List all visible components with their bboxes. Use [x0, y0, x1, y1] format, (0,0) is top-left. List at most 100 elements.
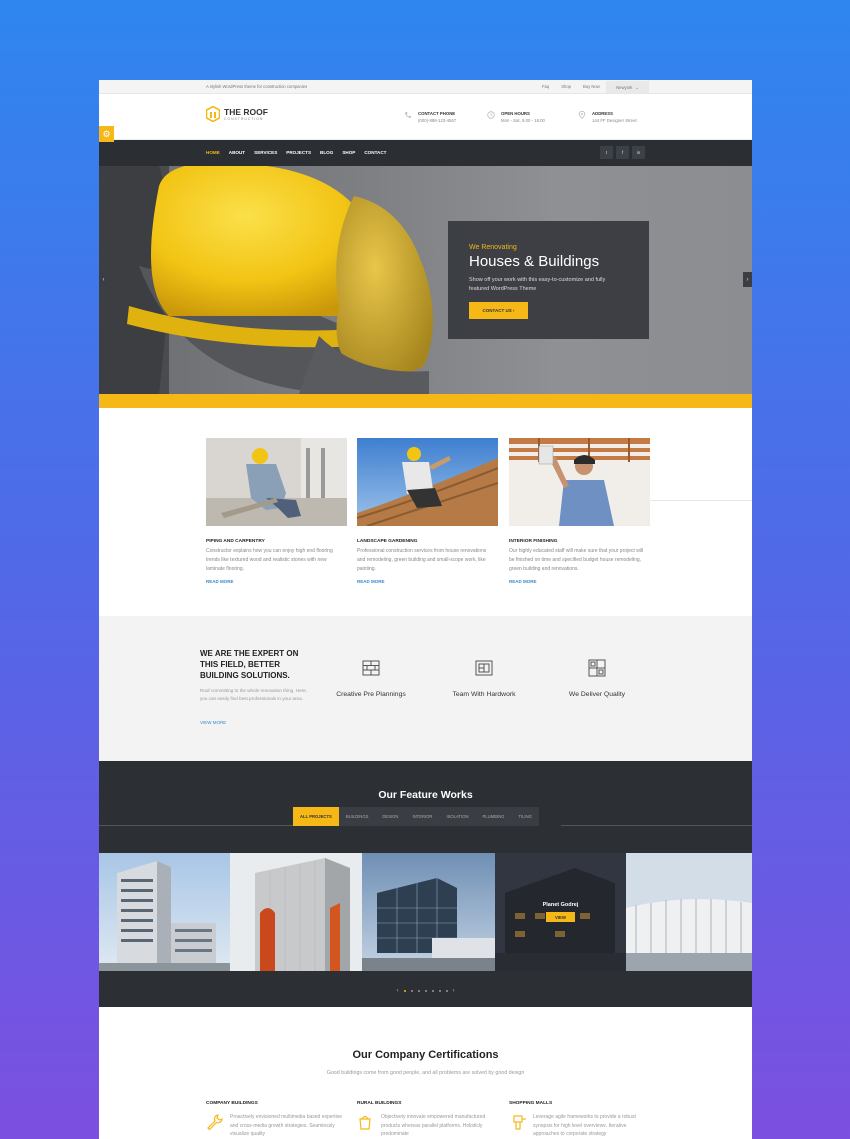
project-image[interactable] — [99, 853, 230, 971]
info-value: (000)-888-123-4567 — [418, 118, 457, 123]
read-more-link[interactable]: READ MORE — [206, 579, 347, 584]
view-more-link[interactable]: VIEW MORE — [200, 720, 226, 725]
service-text: Our highly educated staff will make sure… — [509, 548, 644, 572]
bricks-icon — [362, 660, 380, 676]
tab-all-projects[interactable]: ALL PROJECTS — [293, 807, 339, 826]
service-image[interactable] — [206, 438, 347, 526]
info-value: 144 FF Designer Street — [592, 118, 637, 123]
service-card: INTERIOR FINISHING Our highly educated s… — [509, 438, 650, 584]
tab-buildings[interactable]: BUILDINGS — [339, 807, 376, 826]
expert-heading: WE ARE THE EXPERT ON THIS FIELD, BETTER … — [200, 649, 299, 680]
project-name: Planet Godrej — [542, 902, 579, 908]
pagination-dot[interactable] — [431, 990, 434, 992]
clock-icon — [487, 111, 495, 119]
certifications-section: Our Company Certifications Good building… — [99, 1007, 752, 1139]
tab-isolation[interactable]: ISOLATION — [439, 807, 475, 826]
nav-item-about[interactable]: ABOUT — [229, 150, 245, 155]
map-pin-icon — [578, 111, 586, 119]
project-image[interactable] — [626, 853, 752, 971]
service-text: Professional construction services from … — [357, 548, 487, 572]
cert-title: Our Company Certifications — [352, 1049, 499, 1061]
tagline: A stylish WordPress theme for constructi… — [206, 84, 308, 89]
twitter-icon[interactable]: t — [600, 146, 613, 159]
service-card: LANDSCAPE GARDENING Professional constru… — [356, 438, 499, 584]
pagination-dot[interactable] — [438, 990, 441, 992]
divider — [642, 500, 752, 501]
facebook-icon[interactable]: f — [616, 146, 629, 159]
works-filter-tabs: ALL PROJECTS BUILDINGS DESIGN INTERIOR I… — [293, 807, 539, 826]
expert-text: Roof committing to the whole renovation … — [200, 688, 307, 701]
cert-item-title: COMPANY BUILDINGS — [206, 1101, 258, 1106]
main-nav: HOME ABOUT SERVICES PROJECTS BLOG SHOP C… — [99, 140, 752, 166]
pagination-dot[interactable] — [417, 990, 420, 992]
gallery-next-button[interactable]: › — [453, 988, 455, 994]
slider-next-button[interactable]: › — [743, 272, 752, 287]
project-image[interactable] — [362, 853, 495, 971]
nav-item-home[interactable]: HOME — [206, 150, 220, 155]
services-section: PIPING AND CARPENTRY Constructor explain… — [99, 408, 752, 616]
nav-item-blog[interactable]: BLOG — [320, 150, 333, 155]
hero-description: Show off your work with this easy-to-cus… — [469, 277, 606, 292]
view-button[interactable]: VIEW — [546, 912, 575, 922]
paint-bucket-icon — [359, 1115, 371, 1130]
faq-link[interactable]: Faq — [542, 84, 549, 89]
read-more-link[interactable]: READ MORE — [509, 579, 650, 584]
info-label: ADDRESS — [592, 111, 614, 116]
gear-icon[interactable]: ⚙ — [99, 126, 114, 142]
nav-item-services[interactable]: SERVICES — [254, 150, 277, 155]
info-value: Mon - Sat, 8.00 - 18.00 — [501, 118, 545, 123]
cert-item-title: SHOPPING MALLS — [509, 1101, 553, 1106]
drill-icon — [513, 1115, 526, 1130]
window-icon — [588, 659, 606, 677]
service-text: Constructor explains how you can enjoy h… — [206, 548, 333, 572]
hero-slider: ‹ › We Renovating Houses & Buildings Sho… — [99, 166, 752, 394]
gallery-prev-button[interactable]: ‹ — [397, 988, 399, 994]
tab-design[interactable]: DESIGN — [375, 807, 405, 826]
nav-item-shop[interactable]: SHOP — [342, 150, 355, 155]
service-title: INTERIOR FINISHING — [509, 539, 558, 544]
buy-now-link[interactable]: Buy Now — [583, 84, 600, 89]
phone-icon — [405, 112, 411, 118]
service-image[interactable] — [356, 438, 499, 527]
logo[interactable]: THE ROOF CONSTRUCTION — [206, 106, 268, 122]
tab-interior[interactable]: INTERIOR — [405, 807, 439, 826]
linkedin-icon[interactable]: in — [632, 146, 645, 159]
project-card-hovered[interactable]: Planet Godrej VIEW — [495, 853, 626, 971]
tab-plumbing[interactable]: PLUMBING — [476, 807, 512, 826]
top-links: Faq Shop Buy Now — [542, 84, 600, 89]
pagination-dot[interactable] — [424, 990, 427, 992]
hero-caption: We Renovating Houses & Buildings Show of… — [448, 221, 649, 339]
contact-phone-info: CONTACT PHONE (000)-888-123-4567 — [404, 111, 456, 123]
address-info: ADDRESS 144 FF Designer Street — [578, 111, 637, 123]
cert-item-text: Leverage agile frameworks to provide a r… — [533, 1114, 636, 1137]
feature-works-section: Our Feature Works ALL PROJECTS BUILDINGS… — [99, 761, 752, 1007]
contact-us-button[interactable]: CONTACT US › — [469, 302, 528, 319]
divider — [561, 825, 752, 826]
nav-item-projects[interactable]: PROJECTS — [286, 150, 311, 155]
project-image[interactable] — [230, 853, 362, 971]
nav-item-contact[interactable]: CONTACT — [364, 150, 386, 155]
service-card: PIPING AND CARPENTRY Constructor explain… — [206, 438, 347, 584]
cert-item-text: Proactively envisioned multimedia based … — [230, 1114, 343, 1137]
pagination-dot[interactable] — [410, 990, 413, 992]
location-select[interactable]: Newyork ⌄ — [606, 81, 649, 93]
pagination-dot[interactable] — [403, 990, 406, 992]
feature-item: Team With Hardwork — [434, 658, 534, 698]
feature-label: Team With Hardwork — [452, 691, 516, 698]
feature-label: Creative Pre Plannings — [336, 691, 406, 698]
page: A stylish WordPress theme for constructi… — [99, 80, 752, 1139]
yellow-strip — [99, 394, 752, 408]
slider-prev-button[interactable]: ‹ — [99, 272, 108, 287]
project-overlay: Planet Godrej VIEW — [495, 853, 626, 971]
shop-link[interactable]: Shop — [561, 84, 571, 89]
read-more-link[interactable]: READ MORE — [357, 579, 498, 584]
logo-name: THE ROOF — [224, 106, 268, 117]
top-bar: A stylish WordPress theme for constructi… — [99, 80, 752, 94]
service-title: LANDSCAPE GARDENING — [357, 539, 418, 544]
service-title: PIPING AND CARPENTRY — [206, 539, 265, 544]
pagination-dot[interactable] — [445, 990, 448, 992]
service-image[interactable] — [509, 438, 650, 526]
tab-tiling[interactable]: TILING — [511, 807, 539, 826]
logo-subtitle: CONSTRUCTION — [224, 116, 264, 121]
cert-item-title: RURAL BUILDINGS — [357, 1101, 402, 1106]
